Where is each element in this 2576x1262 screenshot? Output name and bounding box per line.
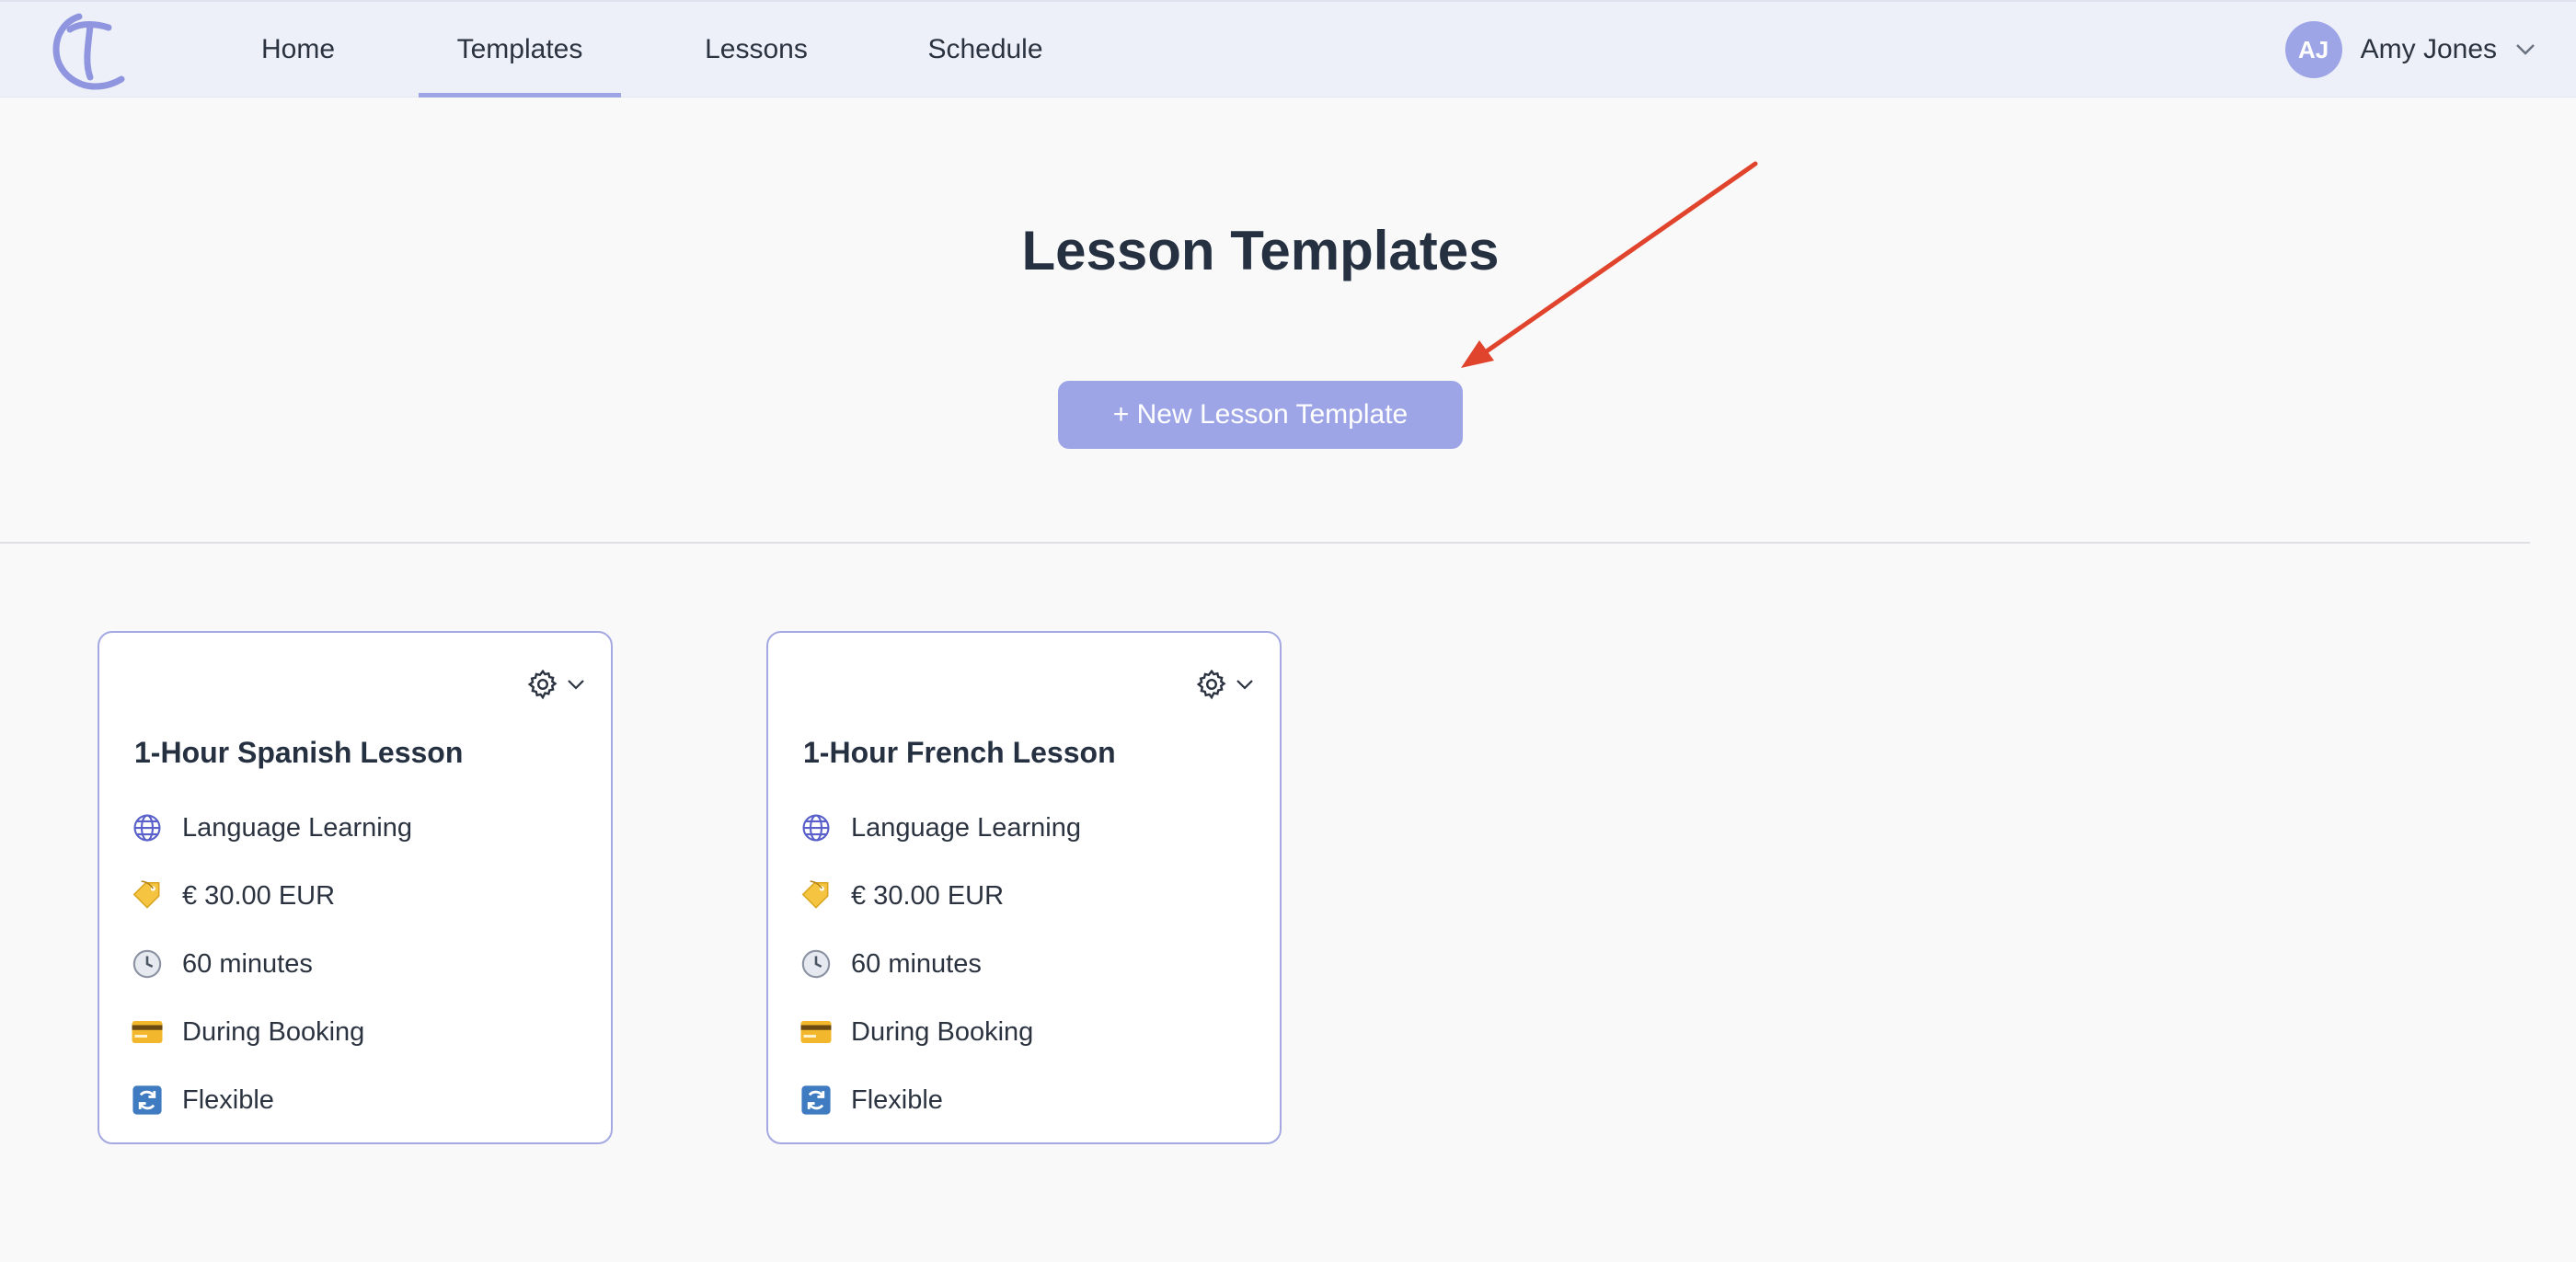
payment-row: During Booking [798,1014,1033,1050]
nav-schedule[interactable]: Schedule [916,2,1054,98]
card-title: 1-Hour Spanish Lesson [134,736,464,769]
price-tag-icon [129,878,166,914]
chevron-down-icon [2516,44,2535,55]
clock-icon [129,946,166,982]
duration-label: 60 minutes [182,948,313,979]
globe-icon [129,809,166,846]
user-menu[interactable]: AJ Amy Jones [2284,2,2536,98]
payment-label: During Booking [851,1016,1034,1047]
price-tag-icon [798,878,834,914]
annotation-arrow [1461,161,1758,368]
globe-icon [798,809,834,846]
cancellation-row: Flexible [798,1082,943,1119]
price-row: € 30.00 EUR [129,878,335,914]
credit-card-icon [129,1014,166,1050]
new-lesson-template-button[interactable]: + New Lesson Template [1058,381,1463,449]
duration-label: 60 minutes [851,948,982,979]
credit-card-icon [798,1014,834,1050]
cancellation-label: Flexible [182,1084,274,1115]
category-row: Language Learning [129,809,412,846]
chevron-down-icon [1236,680,1253,690]
duration-row: 60 minutes [129,946,313,982]
nav-lessons[interactable]: Lessons [692,2,821,98]
avatar: AJ [2284,21,2342,78]
nav-templates[interactable]: Templates [419,2,621,98]
payment-label: During Booking [182,1016,365,1047]
template-card[interactable]: 1-Hour Spanish Lesson Language Learning … [98,631,613,1144]
price-label: € 30.00 EUR [182,880,336,911]
refresh-icon [798,1082,834,1119]
card-settings-menu[interactable] [1195,668,1254,701]
card-settings-menu[interactable] [526,668,585,701]
clock-icon [798,946,834,982]
chevron-down-icon [568,680,584,690]
app-logo[interactable] [42,7,131,92]
nav-home[interactable]: Home [243,2,353,98]
duration-row: 60 minutes [798,946,982,982]
page-title: Lesson Templates [1021,220,1500,281]
refresh-icon [129,1082,166,1119]
price-label: € 30.00 EUR [851,880,1005,911]
gear-icon [527,669,558,700]
top-navbar: Home Templates Lessons Schedule AJ Amy J… [0,0,2576,98]
payment-row: During Booking [129,1014,364,1050]
category-label: Language Learning [182,812,412,843]
gear-icon [1196,669,1226,700]
cancellation-row: Flexible [129,1082,274,1119]
category-label: Language Learning [851,812,1081,843]
section-divider [0,542,2530,544]
card-title: 1-Hour French Lesson [803,736,1116,769]
template-card[interactable]: 1-Hour French Lesson Language Learning €… [766,631,1282,1144]
user-name: Amy Jones [2360,34,2497,64]
category-row: Language Learning [798,809,1081,846]
cancellation-label: Flexible [851,1084,943,1115]
price-row: € 30.00 EUR [798,878,1004,914]
